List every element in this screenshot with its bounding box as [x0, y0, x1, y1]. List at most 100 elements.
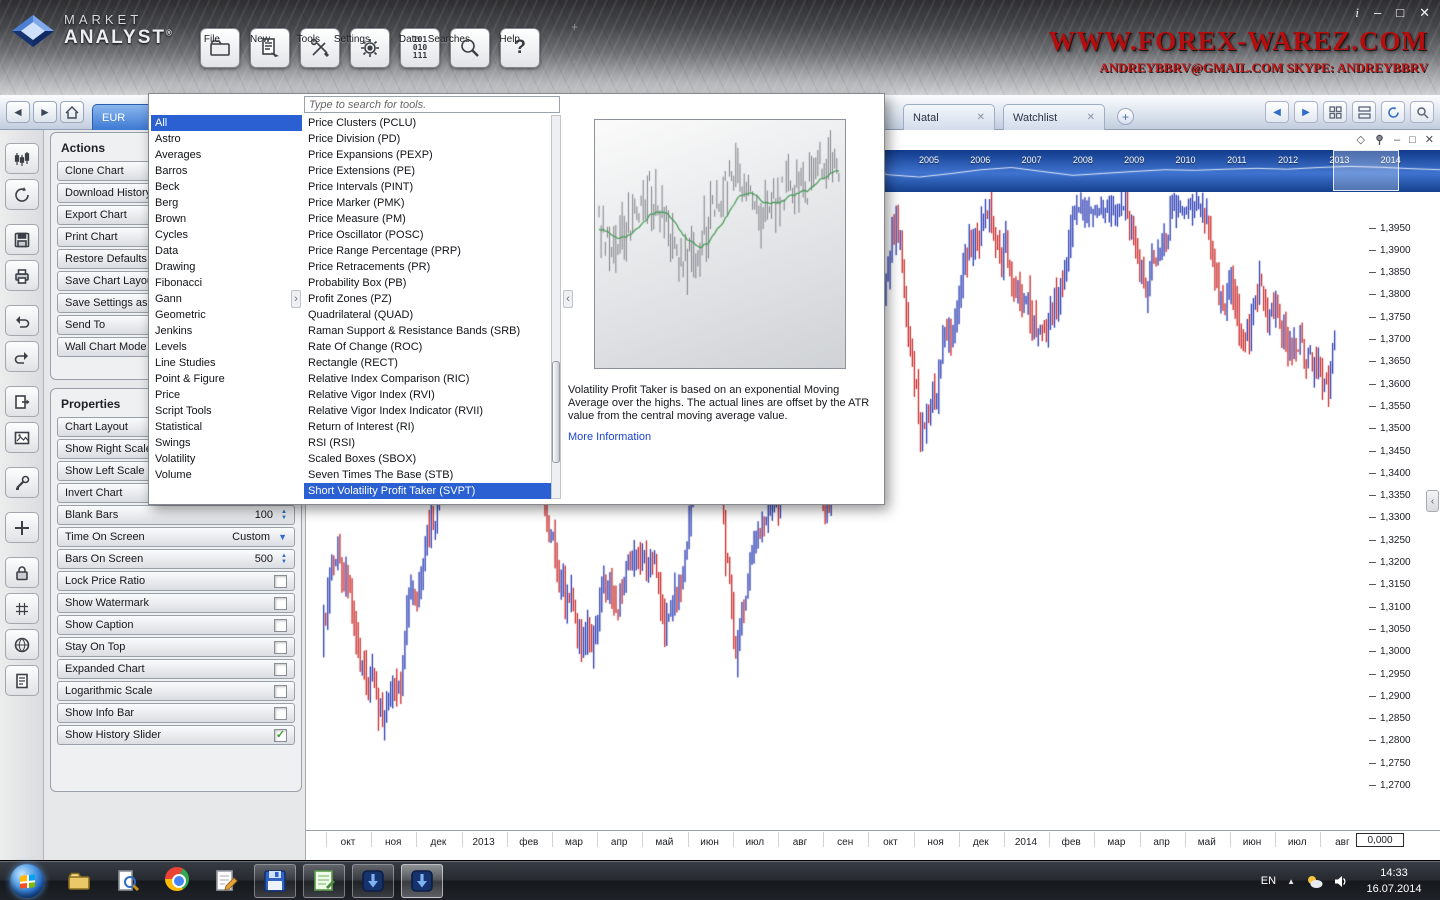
tool-item[interactable]: Relative Vigor Index (RVI)	[304, 387, 551, 403]
taskbar-app-text-editor[interactable]	[205, 864, 247, 898]
property-row[interactable]: Lock Price Ratio	[57, 571, 295, 591]
property-row[interactable]: Time On Screen Custom ▼	[57, 527, 295, 547]
tool-item[interactable]: Price Oscillator (POSC)	[304, 227, 551, 243]
side-tool-button[interactable]	[4, 512, 39, 543]
spinner-control[interactable]: ▲ ▼	[281, 509, 287, 521]
chart-minimize-icon[interactable]: –	[1394, 134, 1400, 146]
minimize-icon[interactable]: –	[1374, 5, 1381, 21]
more-information-link[interactable]: More Information	[568, 431, 651, 443]
property-row[interactable]: Show History Slider ✓	[57, 725, 295, 745]
forward-button[interactable]: ►	[33, 101, 57, 123]
tool-category[interactable]: Fibonacci	[151, 275, 302, 291]
chart-maximize-icon[interactable]: □	[1409, 134, 1416, 146]
side-tool-button[interactable]	[4, 386, 39, 417]
tool-item[interactable]: Price Expansions (PEXP)	[304, 147, 551, 163]
tool-category[interactable]: Point & Figure	[151, 371, 302, 387]
close-icon[interactable]: ✕	[1419, 5, 1430, 21]
tool-item[interactable]: Seven Times The Base (STB)	[304, 467, 551, 483]
side-tool-button[interactable]	[4, 593, 39, 624]
close-tab-icon[interactable]: ✕	[1087, 112, 1095, 123]
toolbar-button-new[interactable]: New	[247, 28, 293, 68]
tool-item[interactable]: Short Volatility Profit Taker (SVPT)	[304, 483, 551, 499]
property-row[interactable]: Bars On Screen 500 ▲ ▼	[57, 549, 295, 569]
property-row[interactable]: Show Info Bar	[57, 703, 295, 723]
tool-item[interactable]: Scaled Boxes (SBOX)	[304, 451, 551, 467]
tool-item[interactable]: Price Intervals (PINT)	[304, 179, 551, 195]
tool-category[interactable]: Brown	[151, 211, 302, 227]
tile-view-icon[interactable]	[1352, 101, 1376, 123]
tool-category[interactable]: Gann	[151, 291, 302, 307]
clock[interactable]: 14:33 16.07.2014	[1356, 865, 1432, 897]
tool-item[interactable]: Quadrilateral (QUAD)	[304, 307, 551, 323]
tool-category[interactable]: Line Studies	[151, 355, 302, 371]
tool-item[interactable]: RSI (RSI)	[304, 435, 551, 451]
scrollbar-thumb[interactable]	[552, 361, 560, 463]
checkbox[interactable]	[274, 706, 287, 720]
tool-item[interactable]: Price Extensions (PE)	[304, 163, 551, 179]
side-tool-button[interactable]	[4, 422, 39, 453]
tool-search-input[interactable]	[304, 96, 560, 113]
side-tool-button[interactable]	[4, 179, 39, 210]
tool-item[interactable]: Raman Support & Resistance Bands (SRB)	[304, 323, 551, 339]
tool-category[interactable]: Geometric	[151, 307, 302, 323]
close-tab-icon[interactable]: ✕	[977, 112, 985, 123]
checkbox[interactable]	[274, 596, 287, 610]
taskbar-app-notes-app[interactable]	[303, 864, 345, 898]
property-row[interactable]: Stay On Top	[57, 637, 295, 657]
show-hidden-icons[interactable]: ▲	[1287, 877, 1295, 886]
checkbox[interactable]	[274, 640, 287, 654]
property-row[interactable]: Show Caption	[57, 615, 295, 635]
tool-category[interactable]: Swings	[151, 435, 302, 451]
home-button[interactable]	[60, 101, 84, 123]
checkbox[interactable]	[274, 574, 287, 588]
tool-item[interactable]: Probability Box (PB)	[304, 275, 551, 291]
tool-item[interactable]: Rate Of Change (ROC)	[304, 339, 551, 355]
property-row[interactable]: Expanded Chart	[57, 659, 295, 679]
side-tool-button[interactable]	[4, 557, 39, 588]
toolbar-button-file[interactable]: File	[197, 28, 243, 68]
start-button[interactable]	[10, 864, 44, 898]
tool-item[interactable]: Profit Zones (PZ)	[304, 291, 551, 307]
taskbar-app-downloader-active[interactable]	[401, 864, 443, 898]
tool-item[interactable]: Return of Interest (RI)	[304, 419, 551, 435]
tool-item[interactable]: Price Measure (PM)	[304, 211, 551, 227]
language-indicator[interactable]: EN	[1261, 875, 1276, 887]
taskbar-app-chrome[interactable]	[156, 864, 198, 898]
grid-view-icon[interactable]	[1323, 101, 1347, 123]
taskbar-app-search-app[interactable]	[107, 864, 149, 898]
property-row[interactable]: Show Watermark	[57, 593, 295, 613]
refresh-icon[interactable]	[1381, 101, 1405, 123]
tool-category[interactable]: Drawing	[151, 259, 302, 275]
taskbar-app-downloader[interactable]	[352, 864, 394, 898]
side-tool-button[interactable]	[4, 305, 39, 336]
checkbox[interactable]: ✓	[274, 728, 287, 742]
tool-category[interactable]: Beck	[151, 179, 302, 195]
side-tool-button[interactable]	[4, 665, 39, 696]
tool-item[interactable]: Price Range Percentage (PRP)	[304, 243, 551, 259]
tool-category[interactable]: Price	[151, 387, 302, 403]
side-tool-button[interactable]	[4, 341, 39, 372]
property-row[interactable]: Logarithmic Scale	[57, 681, 295, 701]
chart-close-icon[interactable]: ✕	[1425, 133, 1434, 146]
collapse-scale-icon[interactable]: ‹	[1426, 490, 1439, 512]
checkbox[interactable]	[274, 662, 287, 676]
tool-category[interactable]: Levels	[151, 339, 302, 355]
side-tool-button[interactable]	[4, 629, 39, 660]
property-row[interactable]: Blank Bars 100 ▲ ▼	[57, 505, 295, 525]
toolbar-button-settings[interactable]: Settings	[334, 28, 393, 68]
tool-category[interactable]: Statistical	[151, 419, 302, 435]
tab-scroll-left-icon[interactable]: ◀	[1265, 101, 1289, 123]
tool-item[interactable]: Price Retracements (PR)	[304, 259, 551, 275]
tool-item[interactable]: Price Clusters (PCLU)	[304, 115, 551, 131]
checkbox[interactable]	[274, 684, 287, 698]
tool-item[interactable]: Relative Vigor Index Indicator (RVII)	[304, 403, 551, 419]
taskbar-app-market-analyst[interactable]	[254, 864, 296, 898]
collapse-preview-icon[interactable]: ‹	[563, 290, 573, 308]
dropdown-arrow-icon[interactable]: ▼	[278, 532, 287, 542]
tool-category[interactable]: Jenkins	[151, 323, 302, 339]
maximize-icon[interactable]: □	[1396, 5, 1404, 21]
tool-category[interactable]: Script Tools	[151, 403, 302, 419]
tool-list-scrollbar[interactable]	[551, 115, 561, 499]
side-tool-button[interactable]	[4, 143, 39, 174]
tool-category[interactable]: Berg	[151, 195, 302, 211]
